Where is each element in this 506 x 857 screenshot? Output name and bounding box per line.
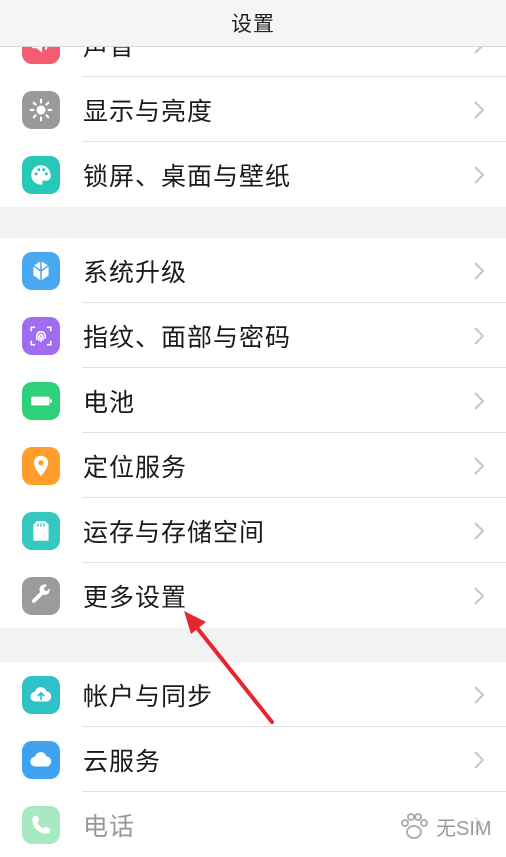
location-icon [22,446,60,485]
settings-item-location-service[interactable]: 定位服务 [0,433,506,498]
settings-item-label: 锁屏、桌面与壁纸 [83,161,292,191]
settings-item-label: 帐户与同步 [83,681,214,711]
chevron-right-icon [474,685,485,704]
settings-item-label: 运存与存储空间 [83,517,266,547]
settings-item-memory-storage[interactable]: 运存与存储空间 [0,498,506,563]
phone-icon [22,805,60,844]
settings-item-label: 显示与亮度 [83,96,214,126]
settings-group-system: 系统升级 指纹、面部与密码 电池 定位服务 运存与存储空间 更多设置 [0,238,506,628]
settings-item-label: 更多设置 [83,582,188,612]
brightness-icon [22,90,60,129]
settings-item-lockscreen-wallpaper[interactable]: 锁屏、桌面与壁纸 [0,142,506,207]
chevron-right-icon [474,750,485,769]
chevron-right-icon [474,586,485,605]
settings-item-account-sync[interactable]: 帐户与同步 [0,662,506,727]
settings-item-label: 系统升级 [83,257,188,287]
page-title: 设置 [231,12,275,36]
fingerprint-icon [22,316,60,355]
upgrade-icon [22,251,60,290]
palette-icon [22,155,60,194]
cloud-icon [22,740,60,779]
chevron-right-icon [474,165,485,184]
chevron-right-icon [474,521,485,540]
settings-item-label: 云服务 [83,746,162,776]
settings-item-battery[interactable]: 电池 [0,368,506,433]
settings-item-cloud-service[interactable]: 云服务 [0,727,506,792]
chevron-right-icon [474,391,485,410]
nav-header: 设置 [0,0,506,47]
settings-item-system-upgrade[interactable]: 系统升级 [0,238,506,303]
chevron-right-icon [474,261,485,280]
settings-item-label: 电池 [83,387,136,417]
chevron-right-icon [474,326,485,345]
settings-item-more-settings[interactable]: 更多设置 [0,563,506,628]
wrench-icon [22,576,60,615]
cloud-sync-icon [22,675,60,714]
settings-item-label: 定位服务 [83,452,188,482]
settings-item-label: 指纹、面部与密码 [83,322,292,352]
settings-item-display-brightness[interactable]: 显示与亮度 [0,77,506,142]
storage-icon [22,511,60,550]
battery-icon [22,381,60,420]
settings-item-fingerprint-face-password[interactable]: 指纹、面部与密码 [0,303,506,368]
watermark-text: 无SIM [436,817,492,840]
chevron-right-icon [474,456,485,475]
chevron-right-icon [474,100,485,119]
watermark: 无SIM [396,806,496,846]
paw-logo-icon [401,813,428,839]
settings-item-label: 电话 [83,811,136,841]
